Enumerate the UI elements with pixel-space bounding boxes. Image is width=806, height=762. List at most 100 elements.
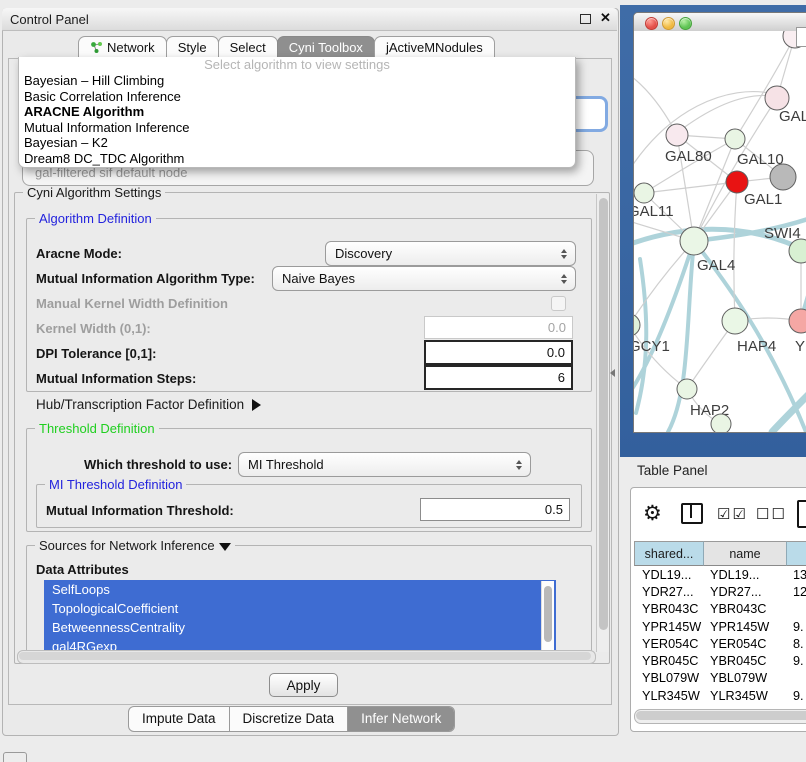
bottom-tab-infer-network[interactable]: Infer Network — [348, 707, 454, 731]
scrollbar-thumb[interactable] — [599, 198, 608, 630]
table-row[interactable]: YIL052CYIL052C9 — [634, 704, 806, 708]
tab-label: Network — [107, 40, 155, 55]
algorithm-option-bayesian-hill-climbing[interactable]: Bayesian – Hill Climbing — [19, 73, 575, 89]
document-icon[interactable] — [797, 500, 806, 528]
column-header-shared[interactable]: shared... — [634, 541, 704, 566]
hub-definition-expander[interactable]: Hub/Transcription Factor Definition — [36, 397, 261, 412]
settings-gear-icon[interactable]: ⚙ — [643, 501, 662, 526]
algorithm-option-bayesian-k2[interactable]: Bayesian – K2 — [19, 135, 575, 151]
table-cell: YBR045C — [704, 654, 787, 668]
network-node-gal80[interactable] — [666, 124, 688, 146]
splitter-collapse-handle[interactable] — [610, 369, 615, 377]
network-node[interactable] — [711, 414, 731, 432]
network-node-gal1[interactable] — [726, 171, 748, 193]
tab-jactivemnodules[interactable]: jActiveMNodules — [374, 36, 495, 58]
minimize-traffic-light-icon[interactable] — [662, 17, 675, 30]
network-scrollbar-corner[interactable] — [796, 27, 806, 47]
network-node-hap2[interactable] — [677, 379, 697, 399]
column-header-cut[interactable] — [787, 541, 806, 566]
table-row[interactable]: YBR043CYBR043C — [634, 601, 806, 618]
dpi-tolerance-field[interactable]: 0.0 — [424, 340, 573, 365]
network-node[interactable] — [770, 164, 796, 190]
tab-label: Style — [178, 40, 207, 55]
tab-network[interactable]: Network — [78, 36, 167, 58]
restore-panel-button[interactable] — [3, 752, 27, 762]
bottom-tab-impute-data[interactable]: Impute Data — [129, 707, 230, 731]
algorithm-option-basic-correlation-inference[interactable]: Basic Correlation Inference — [19, 89, 575, 105]
attribute-item-betweennesscentrality[interactable]: BetweennessCentrality — [44, 618, 556, 637]
apply-button[interactable]: Apply — [269, 673, 338, 697]
which-threshold-combo[interactable]: MI Threshold — [238, 452, 531, 477]
algorithm-option-dream8-dc-tdc-algorithm[interactable]: Dream8 DC_TDC Algorithm — [19, 151, 575, 167]
column-header-name[interactable]: name — [704, 541, 787, 566]
show-columns-checked-icon[interactable]: ☑☑ — [717, 505, 748, 523]
tab-style[interactable]: Style — [166, 36, 219, 58]
network-node-gal10[interactable] — [725, 129, 745, 149]
sources-title[interactable]: Sources for Network Inference — [35, 538, 235, 553]
table-panel-title: Table Panel — [637, 463, 708, 478]
tab-select[interactable]: Select — [218, 36, 278, 58]
table-row[interactable]: YLR345WYLR345W9. — [634, 687, 806, 704]
scrollbar-thumb[interactable] — [636, 711, 806, 720]
float-window-icon[interactable] — [580, 14, 591, 24]
network-edge[interactable] — [634, 71, 677, 135]
table-body: YDL19...YDL19...13YDR27...YDR27...12YBR0… — [634, 566, 806, 708]
attribute-item-selfloops[interactable]: SelfLoops — [44, 580, 556, 599]
table-row[interactable]: YBR045CYBR045C9. — [634, 652, 806, 669]
split-view-columns-icon[interactable] — [681, 503, 703, 524]
close-icon[interactable]: ✕ — [600, 10, 611, 26]
table-cell: YBL079W — [634, 671, 704, 685]
sources-title-text: Sources for Network Inference — [39, 538, 215, 553]
combo-arrows-icon — [561, 249, 567, 259]
node-label-gcy1: GCY1 — [634, 338, 670, 355]
settings-horizontal-scrollbar[interactable] — [17, 650, 596, 664]
zoom-traffic-light-icon[interactable] — [679, 17, 692, 30]
scrollbar-thumb[interactable] — [19, 652, 591, 660]
network-edge[interactable] — [636, 259, 646, 413]
network-canvas[interactable]: GALGAL80GAL10GAL1GAL11SWI4GAL4GCY1HAP4YH… — [634, 31, 806, 432]
mi-steps-field[interactable]: 6 — [424, 365, 573, 390]
attributes-list-scrollbar[interactable] — [541, 581, 554, 656]
collapse-down-icon[interactable] — [219, 543, 231, 551]
table-row[interactable]: YPR145WYPR145W9. — [634, 618, 806, 635]
manual-kernel-checkbox[interactable] — [551, 296, 566, 311]
kernel-width-label: Kernel Width (0,1): — [36, 321, 151, 336]
table-horizontal-scrollbar[interactable] — [634, 709, 806, 724]
network-node-gal4[interactable] — [680, 227, 708, 255]
network-node-y[interactable] — [789, 309, 806, 333]
bottom-tab-discretize-data[interactable]: Discretize Data — [230, 707, 349, 731]
mi-threshold-field[interactable]: 0.5 — [420, 498, 570, 521]
tab-cyni-toolbox[interactable]: Cyni Toolbox — [277, 36, 375, 58]
scrollbar-thumb[interactable] — [544, 586, 552, 642]
network-node-hap4[interactable] — [722, 308, 748, 334]
settings-vertical-scrollbar[interactable] — [596, 194, 609, 652]
table-cell: YLR345W — [704, 689, 787, 703]
network-svg: GALGAL80GAL10GAL1GAL11SWI4GAL4GCY1HAP4YH… — [634, 31, 806, 432]
network-node-gal[interactable] — [765, 86, 789, 110]
control-panel-titlebar[interactable]: Control Panel ✕ — [2, 8, 617, 31]
algorithm-option-aracne-algorithm[interactable]: ARACNE Algorithm — [19, 104, 575, 120]
hide-columns-unchecked-icon[interactable]: ☐☐ — [756, 505, 787, 523]
table-row[interactable]: YDR27...YDR27...12 — [634, 583, 806, 600]
attribute-item-topologicalcoefficient[interactable]: TopologicalCoefficient — [44, 599, 556, 618]
algorithm-option-mutual-information-inference[interactable]: Mutual Information Inference — [19, 120, 575, 136]
network-view-window[interactable]: GALGAL80GAL10GAL1GAL11SWI4GAL4GCY1HAP4YH… — [633, 12, 806, 433]
table-cell: YLR345W — [634, 689, 704, 703]
network-window-titlebar[interactable] — [634, 13, 806, 32]
table-row[interactable]: YDL19...YDL19...13 — [634, 566, 806, 583]
table-row[interactable]: YER054CYER054C8. — [634, 635, 806, 652]
network-node-gal11[interactable] — [634, 183, 654, 203]
table-cell: YER054C — [634, 637, 704, 651]
mi-type-combo[interactable]: Naive Bayes — [272, 266, 576, 291]
network-node-gcy1[interactable] — [634, 314, 640, 336]
data-attributes-list: SelfLoopsTopologicalCoefficientBetweenne… — [44, 580, 556, 657]
aracne-mode-combo[interactable]: Discovery — [325, 241, 576, 266]
network-edge[interactable] — [694, 98, 777, 241]
close-traffic-light-icon[interactable] — [645, 17, 658, 30]
kernel-width-field[interactable]: 0.0 — [424, 316, 573, 339]
expand-right-icon[interactable] — [252, 399, 261, 411]
table-row[interactable]: YBL079WYBL079W — [634, 670, 806, 687]
table-cell: YIL052C — [634, 706, 704, 708]
node-table: shared...name YDL19...YDL19...13YDR27...… — [634, 541, 806, 708]
threshold-definition-title: Threshold Definition — [35, 421, 159, 436]
